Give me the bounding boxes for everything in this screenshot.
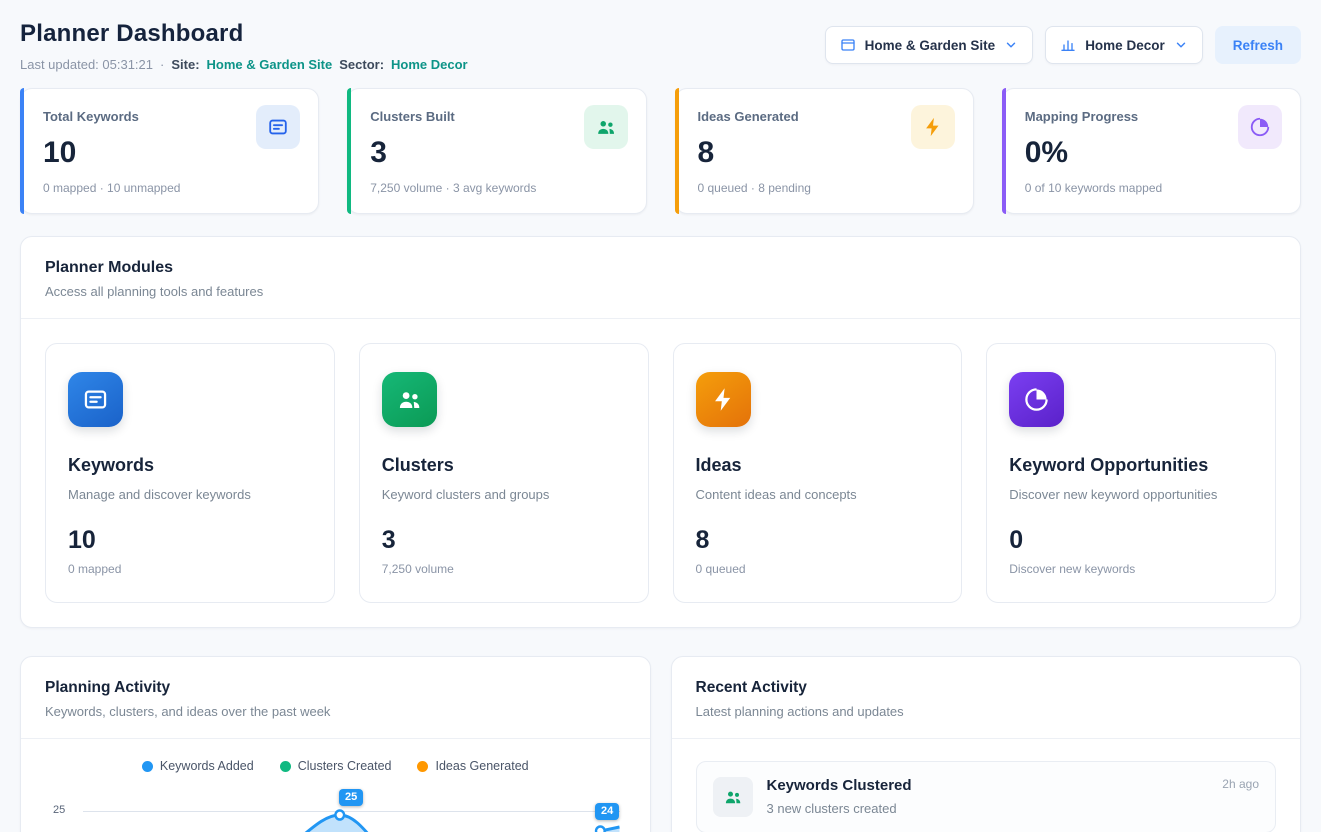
legend-dot-blue	[142, 761, 153, 772]
page-title: Planner Dashboard	[20, 20, 468, 48]
chevron-down-icon	[1174, 38, 1188, 52]
point-label-badge: 24	[595, 803, 619, 820]
clusters-icon	[584, 105, 628, 149]
stat-card-total-keywords: Total Keywords 10 0 mapped · 10 unmapped	[20, 88, 319, 214]
module-value: 0	[1009, 526, 1253, 555]
stat-detail: 7,250 volume · 3 avg keywords	[370, 181, 623, 195]
pie-chart-icon	[1009, 372, 1064, 427]
sector-selector-value: Home Decor	[1085, 38, 1165, 53]
sector-label: Sector:	[339, 57, 384, 72]
stats-row: Total Keywords 10 0 mapped · 10 unmapped…	[20, 88, 1301, 214]
recent-activity-header: Recent Activity Latest planning actions …	[672, 657, 1301, 739]
header-controls: Home & Garden Site Home Decor Refresh	[825, 26, 1301, 64]
module-value: 8	[696, 526, 940, 555]
refresh-button[interactable]: Refresh	[1215, 26, 1301, 64]
module-description: Discover new keyword opportunities	[1009, 487, 1253, 502]
bar-chart-icon	[1060, 37, 1076, 53]
planner-dashboard-page: Planner Dashboard Last updated: 05:31:21…	[0, 0, 1321, 832]
page-header: Planner Dashboard Last updated: 05:31:21…	[20, 20, 1301, 72]
point-label-badge: 25	[339, 789, 363, 806]
bottom-row: Planning Activity Keywords, clusters, an…	[20, 656, 1301, 832]
legend-item-ideas-generated: Ideas Generated	[417, 759, 528, 773]
sector-selector-dropdown[interactable]: Home Decor	[1045, 26, 1203, 64]
stat-card-ideas-generated: Ideas Generated 8 0 queued · 8 pending	[675, 88, 974, 214]
modules-grid: Keywords Manage and discover keywords 10…	[21, 319, 1300, 627]
recent-activity-panel: Recent Activity Latest planning actions …	[671, 656, 1302, 832]
legend-label: Clusters Created	[298, 759, 392, 773]
module-title: Ideas	[696, 455, 940, 476]
site-selector-value: Home & Garden Site	[865, 38, 996, 53]
stat-detail: 0 mapped · 10 unmapped	[43, 181, 296, 195]
keywords-icon	[256, 105, 300, 149]
module-value: 3	[382, 526, 626, 555]
activity-item-text: Keywords Clustered 3 new clusters create…	[767, 777, 912, 816]
activity-item-time: 2h ago	[1222, 777, 1259, 791]
planning-activity-title: Planning Activity	[45, 679, 626, 697]
recent-activity-subtitle: Latest planning actions and updates	[696, 704, 1277, 719]
site-label: Site:	[171, 57, 199, 72]
chevron-down-icon	[1004, 38, 1018, 52]
activity-item-keywords-clustered[interactable]: Keywords Clustered 3 new clusters create…	[696, 761, 1277, 832]
planning-activity-panel: Planning Activity Keywords, clusters, an…	[20, 656, 651, 832]
module-detail: Discover new keywords	[1009, 562, 1253, 576]
header-left: Planner Dashboard Last updated: 05:31:21…	[20, 20, 468, 72]
module-description: Manage and discover keywords	[68, 487, 312, 502]
module-card-ideas[interactable]: Ideas Content ideas and concepts 8 0 que…	[673, 343, 963, 603]
module-value: 10	[68, 526, 312, 555]
modules-title: Planner Modules	[45, 259, 1276, 277]
recent-activity-title: Recent Activity	[696, 679, 1277, 697]
activity-chart: 25 25 24	[47, 787, 624, 832]
legend-label: Ideas Generated	[435, 759, 528, 773]
module-card-clusters[interactable]: Clusters Keyword clusters and groups 3 7…	[359, 343, 649, 603]
lightning-icon	[696, 372, 751, 427]
activity-item-title: Keywords Clustered	[767, 777, 912, 794]
y-axis-tick: 25	[53, 804, 65, 816]
meta-line: Last updated: 05:31:21 · Site: Home & Ga…	[20, 57, 468, 72]
stat-card-clusters-built: Clusters Built 3 7,250 volume · 3 avg ke…	[347, 88, 646, 214]
planning-activity-subtitle: Keywords, clusters, and ideas over the p…	[45, 704, 626, 719]
modules-header: Planner Modules Access all planning tool…	[21, 237, 1300, 319]
module-detail: 0 mapped	[68, 562, 312, 576]
clusters-icon	[713, 777, 753, 817]
module-description: Keyword clusters and groups	[382, 487, 626, 502]
planning-activity-header: Planning Activity Keywords, clusters, an…	[21, 657, 650, 739]
legend-item-keywords-added: Keywords Added	[142, 759, 254, 773]
modules-subtitle: Access all planning tools and features	[45, 284, 1276, 299]
chart-legend: Keywords Added Clusters Created Ideas Ge…	[41, 759, 630, 773]
site-selector-dropdown[interactable]: Home & Garden Site	[825, 26, 1034, 64]
clusters-icon	[382, 372, 437, 427]
last-updated-text: Last updated: 05:31:21	[20, 57, 153, 72]
legend-item-clusters-created: Clusters Created	[280, 759, 392, 773]
module-card-keyword-opportunities[interactable]: Keyword Opportunities Discover new keywo…	[986, 343, 1276, 603]
module-title: Keyword Opportunities	[1009, 455, 1253, 476]
module-title: Clusters	[382, 455, 626, 476]
stat-detail: 0 of 10 keywords mapped	[1025, 181, 1278, 195]
meta-dot: ·	[160, 57, 164, 72]
site-link[interactable]: Home & Garden Site	[207, 57, 333, 72]
recent-activity-list: Keywords Clustered 3 new clusters create…	[672, 739, 1301, 832]
stat-card-mapping-progress: Mapping Progress 0% 0 of 10 keywords map…	[1002, 88, 1301, 214]
sector-link[interactable]: Home Decor	[391, 57, 468, 72]
module-detail: 0 queued	[696, 562, 940, 576]
site-window-icon	[840, 37, 856, 53]
keywords-icon	[68, 372, 123, 427]
legend-label: Keywords Added	[160, 759, 254, 773]
module-description: Content ideas and concepts	[696, 487, 940, 502]
planning-activity-body: Keywords Added Clusters Created Ideas Ge…	[21, 739, 650, 832]
legend-dot-green	[280, 761, 291, 772]
module-card-keywords[interactable]: Keywords Manage and discover keywords 10…	[45, 343, 335, 603]
planner-modules-card: Planner Modules Access all planning tool…	[20, 236, 1301, 628]
legend-dot-orange	[417, 761, 428, 772]
stat-detail: 0 queued · 8 pending	[698, 181, 951, 195]
module-detail: 7,250 volume	[382, 562, 626, 576]
pie-chart-icon	[1238, 105, 1282, 149]
activity-item-description: 3 new clusters created	[767, 801, 912, 816]
lightning-icon	[911, 105, 955, 149]
module-title: Keywords	[68, 455, 312, 476]
